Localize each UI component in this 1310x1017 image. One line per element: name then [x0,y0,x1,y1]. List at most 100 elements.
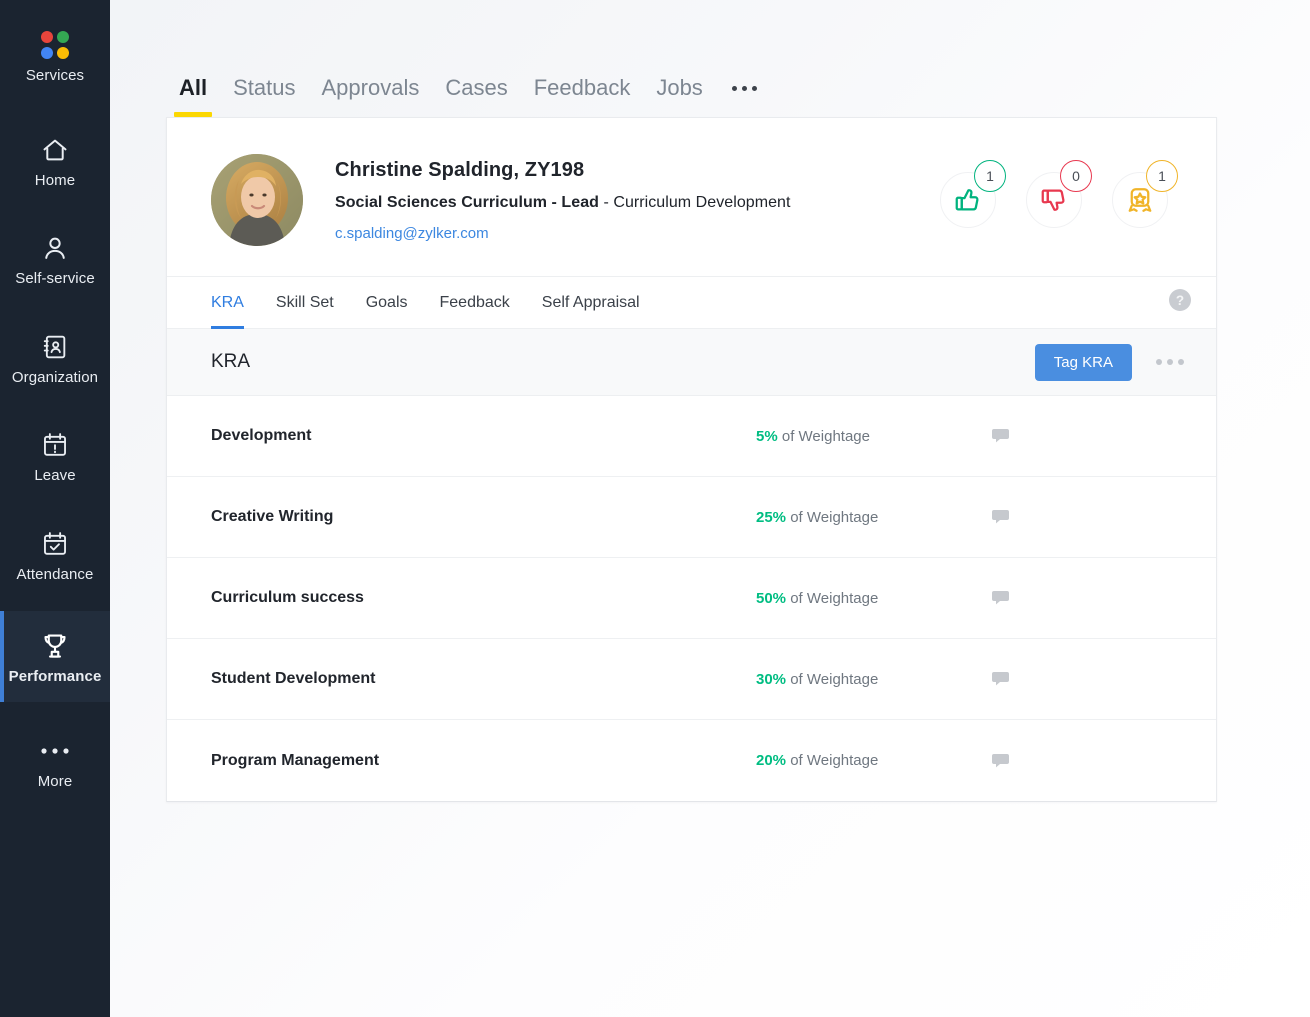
employee-email-link[interactable]: c.spalding@zylker.com [335,225,940,242]
calendar-check-icon [41,527,69,561]
comment-bubble-icon[interactable] [991,752,1011,770]
kra-weightage-value: 50% [756,590,786,607]
employee-name: Christine Spalding, ZY198 [335,159,940,182]
kra-header-actions: Tag KRA [1035,344,1186,381]
sidebar-item-label: Organization [12,370,98,387]
criticism-badge[interactable]: 0 [1026,172,1082,228]
avatar [211,154,303,246]
criticism-count: 0 [1060,160,1092,192]
tag-kra-button[interactable]: Tag KRA [1035,344,1132,381]
tab-label: Cases [445,75,507,100]
subtab-goals[interactable]: Goals [366,277,408,329]
subtab-skill-set[interactable]: Skill Set [276,277,334,329]
comment-bubble-icon[interactable] [991,670,1011,688]
table-row[interactable]: Program Management 20% of Weightage [167,720,1216,801]
kra-weightage-value: 25% [756,509,786,526]
sidebar-item-leave[interactable]: Leave [0,414,110,497]
kra-weightage-suffix: of Weightage [782,428,870,445]
kra-weightage-suffix: of Weightage [790,590,878,607]
help-circle-icon[interactable]: ? [1168,288,1192,317]
rating-badges: 1 0 [940,172,1182,228]
kra-weightage: 50% of Weightage [756,590,991,607]
contact-book-icon [41,330,69,364]
award-count: 1 [1146,160,1178,192]
calendar-alert-icon [41,428,69,462]
tab-approvals[interactable]: Approvals [309,75,433,117]
employee-role-secondary: - Curriculum Development [599,194,791,211]
profile-header: Christine Spalding, ZY198 Social Science… [167,118,1216,276]
tab-all[interactable]: All [166,75,220,117]
award-badge[interactable]: 1 [1112,172,1168,228]
profile-info: Christine Spalding, ZY198 Social Science… [335,159,940,242]
user-icon [41,231,69,265]
kra-weightage: 30% of Weightage [756,671,991,688]
sidebar-item-label: Self-service [15,271,95,288]
comment-bubble-icon[interactable] [991,589,1011,607]
praise-count: 1 [974,160,1006,192]
employee-role: Social Sciences Curriculum - Lead - Curr… [335,194,940,212]
subtab-label: Skill Set [276,294,334,312]
kra-weightage-value: 5% [756,428,778,445]
kra-weightage: 20% of Weightage [756,752,991,769]
main-content: All Status Approvals Cases Feedback Jobs [110,0,1310,1017]
sidebar-item-attendance[interactable]: Attendance [0,513,110,596]
table-row[interactable]: Development 5% of Weightage [167,396,1216,477]
sidebar-item-more[interactable]: More [0,720,110,803]
tab-cases[interactable]: Cases [432,75,520,117]
kra-weightage-value: 30% [756,671,786,688]
subtab-feedback[interactable]: Feedback [440,277,510,329]
table-row[interactable]: Student Development 30% of Weightage [167,639,1216,720]
comment-bubble-icon[interactable] [991,427,1011,445]
kra-weightage-suffix: of Weightage [790,509,878,526]
sidebar-brand-services[interactable]: Services [0,14,110,97]
kra-section-title: KRA [211,351,250,373]
kra-weightage: 5% of Weightage [756,428,991,445]
tab-label: Jobs [656,75,702,100]
sidebar: Services Home Self-service [0,0,110,1017]
comment-bubble-icon[interactable] [991,508,1011,526]
tab-label: Approvals [322,75,420,100]
sidebar-item-self-service[interactable]: Self-service [0,217,110,300]
employee-card: Christine Spalding, ZY198 Social Science… [166,117,1217,802]
home-icon [40,133,70,167]
subtab-label: Self Appraisal [542,294,640,312]
tab-label: Feedback [534,75,631,100]
app-dots-logo-icon [41,28,69,62]
kra-section-header: KRA Tag KRA [167,328,1216,396]
sidebar-item-label: More [38,774,73,791]
sidebar-item-label: Home [35,173,75,190]
kra-name: Student Development [211,670,756,688]
ellipsis-icon [39,734,71,768]
kra-name: Program Management [211,752,756,770]
tab-overflow-ellipsis-icon[interactable] [716,86,771,117]
praise-badge[interactable]: 1 [940,172,996,228]
sidebar-item-label: Performance [9,669,102,686]
top-tab-bar: All Status Approvals Cases Feedback Jobs [110,0,1310,117]
kra-weightage-value: 20% [756,752,786,769]
subtab-label: KRA [211,294,244,312]
sidebar-item-organization[interactable]: Organization [0,316,110,399]
sidebar-item-home[interactable]: Home [0,119,110,202]
sidebar-item-performance[interactable]: Performance [0,611,110,702]
tab-label: Status [233,75,295,100]
sub-tab-bar: KRA Skill Set Goals Feedback Self Apprai… [167,276,1216,328]
subtab-label: Feedback [440,294,510,312]
tab-jobs[interactable]: Jobs [643,75,715,117]
tab-label: All [179,75,207,100]
sidebar-item-label: Leave [34,468,75,485]
kra-overflow-ellipsis-icon[interactable] [1154,353,1186,371]
sidebar-item-label: Attendance [17,567,94,584]
app-root: Services Home Self-service [0,0,1310,1017]
table-row[interactable]: Creative Writing 25% of Weightage [167,477,1216,558]
kra-weightage: 25% of Weightage [756,509,991,526]
kra-name: Development [211,427,756,445]
kra-name: Creative Writing [211,508,756,526]
table-row[interactable]: Curriculum success 50% of Weightage [167,558,1216,639]
kra-weightage-suffix: of Weightage [790,752,878,769]
employee-role-primary: Social Sciences Curriculum - Lead [335,194,599,211]
subtab-self-appraisal[interactable]: Self Appraisal [542,277,640,329]
tab-status[interactable]: Status [220,75,308,117]
tab-feedback[interactable]: Feedback [521,75,644,117]
kra-name: Curriculum success [211,589,756,607]
subtab-kra[interactable]: KRA [211,277,244,329]
